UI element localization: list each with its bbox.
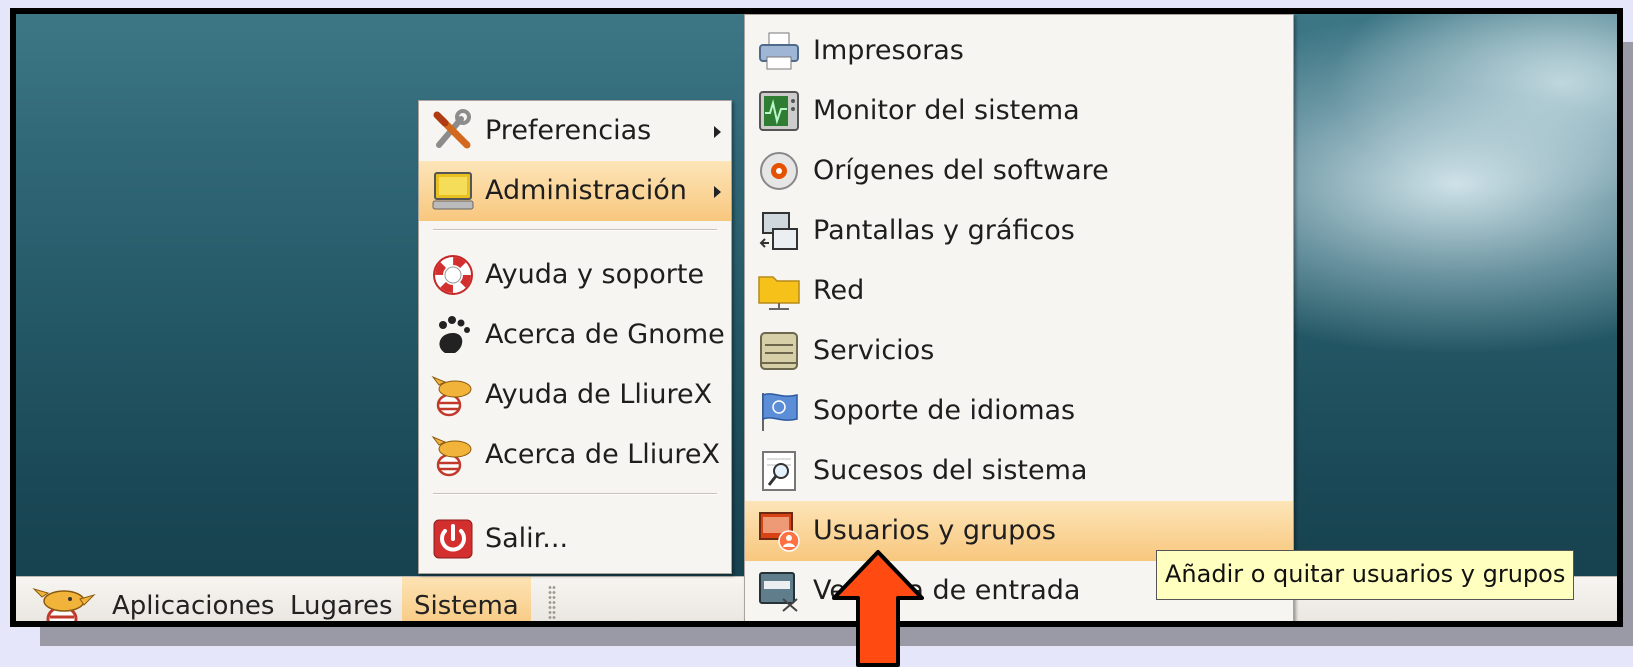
menu-item-label: Impresoras [813, 35, 964, 66]
system-monitor-icon [759, 91, 799, 131]
menu-item-label: Acerca de LliureX [485, 439, 721, 470]
annotation-arrow-icon [832, 550, 924, 667]
power-icon [433, 519, 473, 559]
menu-item-pantallas-graficos[interactable]: Pantallas y gráficos [745, 201, 1293, 261]
panel-item-lugares[interactable]: Lugares [278, 577, 405, 621]
menu-item-label: Salir... [485, 523, 569, 554]
menu-item-preferencias[interactable]: Preferencias [419, 101, 731, 161]
menu-item-label: Red [813, 275, 865, 306]
menu-item-monitor-sistema[interactable]: Monitor del sistema [745, 81, 1293, 141]
panel-item-aplicaciones[interactable]: Aplicaciones [100, 577, 286, 621]
menu-item-red[interactable]: Red [745, 261, 1293, 321]
software-sources-cd-icon [760, 152, 798, 190]
menu-separator [433, 229, 717, 231]
language-flag-icon [762, 393, 798, 431]
menu-item-sucesos-sistema[interactable]: Sucesos del sistema [745, 441, 1293, 501]
submenu-arrow-icon [714, 126, 721, 138]
services-server-icon [760, 332, 798, 370]
menu-item-label: Ayuda y soporte [485, 259, 705, 290]
system-log-magnifier-icon [762, 451, 796, 491]
menu-separator [433, 493, 717, 495]
lliurex-mascot-icon [431, 435, 472, 477]
menu-item-label: Orígenes del software [813, 155, 1109, 186]
menu-item-administracion[interactable]: Administración [419, 161, 731, 221]
preferences-tools-icon [433, 109, 471, 149]
menu-item-soporte-idiomas[interactable]: Soporte de idiomas [745, 381, 1293, 441]
menu-item-acerca-lliurex[interactable]: Acerca de LliureX [419, 425, 731, 485]
menu-item-ayuda-lliurex[interactable]: Ayuda de LliureX [419, 365, 731, 425]
users-groups-icon [759, 512, 800, 552]
network-folder-icon [758, 276, 800, 310]
lliurex-mascot-icon[interactable] [32, 581, 96, 627]
menu-item-label: Sucesos del sistema [813, 455, 1088, 486]
menu-item-acerca-gnome[interactable]: Acerca de Gnome [419, 305, 731, 365]
menu-item-label: Monitor del sistema [813, 95, 1080, 126]
menu-item-label: Acerca de Gnome [485, 319, 725, 350]
administration-computer-icon [432, 172, 474, 210]
menu-item-origenes-software[interactable]: Orígenes del software [745, 141, 1293, 201]
menu-item-label: Preferencias [485, 115, 652, 146]
menu-item-label: Ayuda de LliureX [485, 379, 713, 410]
login-window-icon [759, 572, 798, 612]
menu-item-label: Servicios [813, 335, 935, 366]
printer-icon [759, 32, 799, 70]
submenu-arrow-icon [714, 186, 721, 198]
menu-item-salir[interactable]: Salir... [419, 509, 731, 569]
menu-item-impresoras[interactable]: Impresoras [745, 21, 1293, 81]
gnome-foot-icon [439, 316, 470, 353]
displays-graphics-icon [759, 212, 798, 250]
menu-item-label: Soporte de idiomas [813, 395, 1076, 426]
menu-item-servicios[interactable]: Servicios [745, 321, 1293, 381]
menu-item-label: Pantallas y gráficos [813, 215, 1075, 246]
panel-grip-handle[interactable] [548, 585, 556, 621]
panel-item-sistema[interactable]: Sistema [402, 577, 531, 621]
screenshot-frame: Aplicaciones Lugares Sistema Preferencia… [10, 8, 1623, 627]
menu-item-ayuda-soporte[interactable]: Ayuda y soporte [419, 245, 731, 305]
sistema-menu: Preferencias Administración Ayuda y sopo… [418, 100, 732, 574]
lifebuoy-help-icon [433, 255, 473, 295]
menu-item-label: Administración [485, 175, 687, 206]
administracion-submenu: Impresoras Monitor del sistema Orígenes … [744, 14, 1294, 621]
lliurex-mascot-icon [431, 375, 472, 417]
tooltip: Añadir o quitar usuarios y grupos [1156, 550, 1575, 600]
